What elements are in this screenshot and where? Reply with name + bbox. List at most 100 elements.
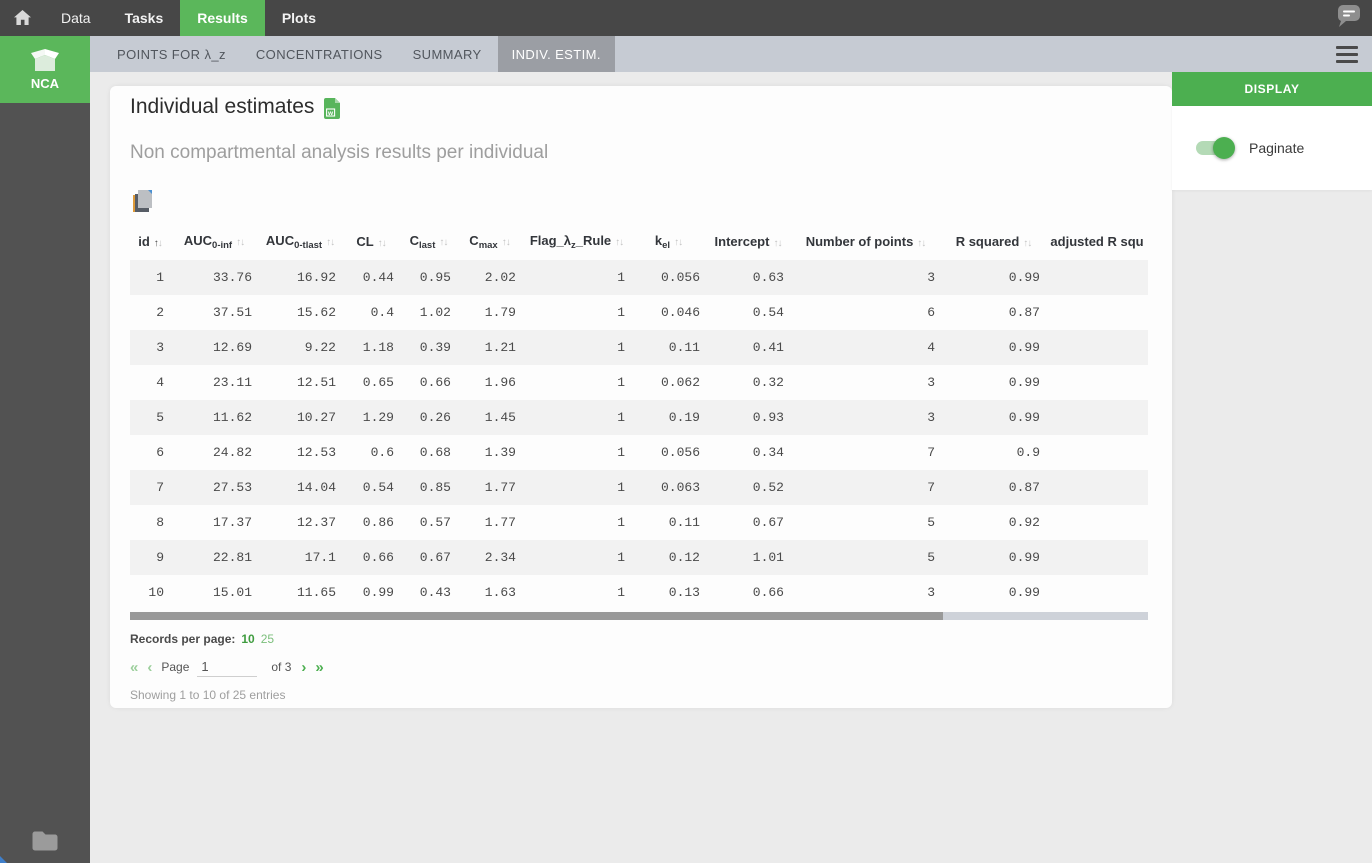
table-cell: 8 — [156, 515, 164, 530]
table-cell: 0.63 — [752, 270, 784, 285]
table-cell: 0.11 — [668, 340, 700, 355]
table-cell: 3 — [927, 410, 935, 425]
project-folder-button[interactable] — [32, 830, 59, 851]
col-header-2[interactable]: AUC0-tlast ↑↓ — [258, 223, 342, 260]
table-cell: 0.99 — [362, 585, 394, 600]
word-export-button[interactable]: w — [324, 97, 341, 119]
table-cell: 0.32 — [752, 375, 784, 390]
table-cell: 4 — [156, 375, 164, 390]
scrollbar-thumb[interactable] — [130, 612, 943, 620]
table-cell: 0.056 — [660, 270, 700, 285]
table-cell: 23.11 — [212, 375, 252, 390]
toggle-knob — [1213, 137, 1235, 159]
folder-icon — [32, 830, 59, 851]
tab-summary[interactable]: SUMMARY — [399, 36, 496, 72]
table-cell: 1.29 — [362, 410, 394, 425]
table-cell: 33.76 — [212, 270, 252, 285]
table-cell: 0.86 — [362, 515, 394, 530]
sidebar-item-nca[interactable]: NCA — [0, 36, 90, 103]
table-row: 5 11.62 10.27 1.29 0.26 1.45 1 0.19 0.93 3 0.99 — [130, 400, 1148, 435]
table-cell: 12.53 — [296, 445, 336, 460]
table-body: 1 33.76 16.92 0.44 0.95 2.02 1 0.056 0.63 3 0.99 2 3… — [130, 260, 1148, 610]
table-cell: 0.26 — [419, 410, 451, 425]
sort-icon: ↑↓ — [1023, 238, 1032, 249]
table-cell: 12.37 — [296, 515, 336, 530]
table-cell: 1 — [617, 270, 625, 285]
table-cell: 0.87 — [1008, 480, 1040, 495]
table-cell: 0.99 — [1008, 270, 1040, 285]
first-page-button[interactable]: « — [130, 660, 138, 675]
table-cell: 0.39 — [419, 340, 451, 355]
records-option-10[interactable]: 10 — [241, 632, 254, 646]
col-header-9[interactable]: Number of points ↑↓ — [790, 223, 941, 260]
nav-tab-plots[interactable]: Plots — [265, 0, 333, 36]
nav-tab-results[interactable]: Results — [180, 0, 265, 36]
nav-tab-data[interactable]: Data — [44, 0, 108, 36]
table-cell: 24.82 — [212, 445, 252, 460]
table-cell: 1.77 — [484, 515, 516, 530]
col-header-6[interactable]: Flag_λz_Rule ↑↓ — [522, 223, 631, 260]
table-cell: 6 — [927, 305, 935, 320]
col-header-0[interactable]: id ↑↓ — [130, 223, 170, 260]
tab-points-for-lambda-z[interactable]: POINTS FOR λ_z — [103, 36, 240, 72]
table-cell: 1 — [617, 550, 625, 565]
table-cell: 37.51 — [212, 305, 252, 320]
sort-icon: ↑↓ — [674, 236, 683, 248]
table-row: 8 17.37 12.37 0.86 0.57 1.77 1 0.11 0.67 5 0.92 — [130, 505, 1148, 540]
results-table: id ↑↓ AUC0-inf ↑↓ AUC0-tlast ↑↓ CL ↑↓ Clast ↑↓ Cma… — [130, 223, 1148, 610]
table-cell: 2.34 — [484, 550, 516, 565]
table-cell — [1046, 365, 1148, 400]
home-button[interactable] — [0, 0, 44, 36]
display-panel-header[interactable]: DISPLAY — [1172, 72, 1372, 106]
table-cell: 1.21 — [484, 340, 516, 355]
col-header-3[interactable]: CL ↑↓ — [342, 223, 400, 260]
table-cell: 0.92 — [1008, 515, 1040, 530]
pagination-controls: « ‹ Page of 3 › » — [130, 657, 1148, 677]
table-cell: 0.67 — [419, 550, 451, 565]
main-content: Individual estimates w Non compartmental… — [90, 72, 1372, 863]
table-cell: 14.04 — [296, 480, 336, 495]
horizontal-scrollbar[interactable] — [130, 612, 1148, 620]
table-cell: 0.66 — [419, 375, 451, 390]
table-cell: 16.92 — [296, 270, 336, 285]
table-row: 1 33.76 16.92 0.44 0.95 2.02 1 0.056 0.63 3 0.99 — [130, 260, 1148, 295]
sort-icon: ↑↓ — [439, 236, 448, 248]
last-page-button[interactable]: » — [315, 660, 323, 675]
page-input[interactable] — [197, 657, 258, 677]
table-cell: 0.44 — [362, 270, 394, 285]
top-nav-bar: Data Tasks Results Plots — [0, 0, 1372, 36]
next-page-button[interactable]: › — [301, 660, 306, 675]
showing-entries-label: Showing 1 to 10 of 25 entries — [130, 688, 286, 702]
svg-text:w: w — [327, 110, 334, 117]
table-row: 6 24.82 12.53 0.6 0.68 1.39 1 0.056 0.34 7 0.9 — [130, 435, 1148, 470]
table-row: 9 22.81 17.1 0.66 0.67 2.34 1 0.12 1.01 5 0.99 — [130, 540, 1148, 575]
menu-button[interactable] — [1336, 45, 1358, 63]
page-subtitle: Non compartmental analysis results per i… — [130, 142, 549, 163]
sort-icon: ↑↓ — [773, 238, 782, 249]
tab-indiv-estim[interactable]: INDIV. ESTIM. — [497, 36, 615, 72]
copy-table-button[interactable] — [130, 187, 156, 215]
col-header-5[interactable]: Cmax ↑↓ — [457, 223, 522, 260]
col-header-10[interactable]: R squared ↑↓ — [941, 223, 1046, 260]
nav-tab-tasks[interactable]: Tasks — [108, 0, 181, 36]
col-header-7[interactable]: kel ↑↓ — [631, 223, 706, 260]
sort-icon: ↑↓ — [236, 236, 245, 248]
table-cell: 0.93 — [752, 410, 784, 425]
page-title: Individual estimates — [130, 95, 315, 118]
table-cell: 0.66 — [752, 585, 784, 600]
col-header-8[interactable]: Intercept ↑↓ — [706, 223, 790, 260]
col-header-4[interactable]: Clast ↑↓ — [400, 223, 457, 260]
paginate-toggle[interactable] — [1196, 137, 1235, 159]
tab-concentrations[interactable]: CONCENTRATIONS — [242, 36, 397, 72]
records-option-25[interactable]: 25 — [261, 632, 274, 646]
paginate-toggle-label: Paginate — [1249, 140, 1305, 156]
feedback-button[interactable] — [1334, 4, 1364, 32]
table-cell: 0.4 — [370, 305, 394, 320]
table-cell: 11.65 — [296, 585, 336, 600]
table-cell: 0.99 — [1008, 550, 1040, 565]
table-cell: 15.01 — [212, 585, 252, 600]
col-header-1[interactable]: AUC0-inf ↑↓ — [170, 223, 258, 260]
prev-page-button[interactable]: ‹ — [147, 660, 152, 675]
table-cell: 0.12 — [668, 550, 700, 565]
table-cell: 12.69 — [212, 340, 252, 355]
